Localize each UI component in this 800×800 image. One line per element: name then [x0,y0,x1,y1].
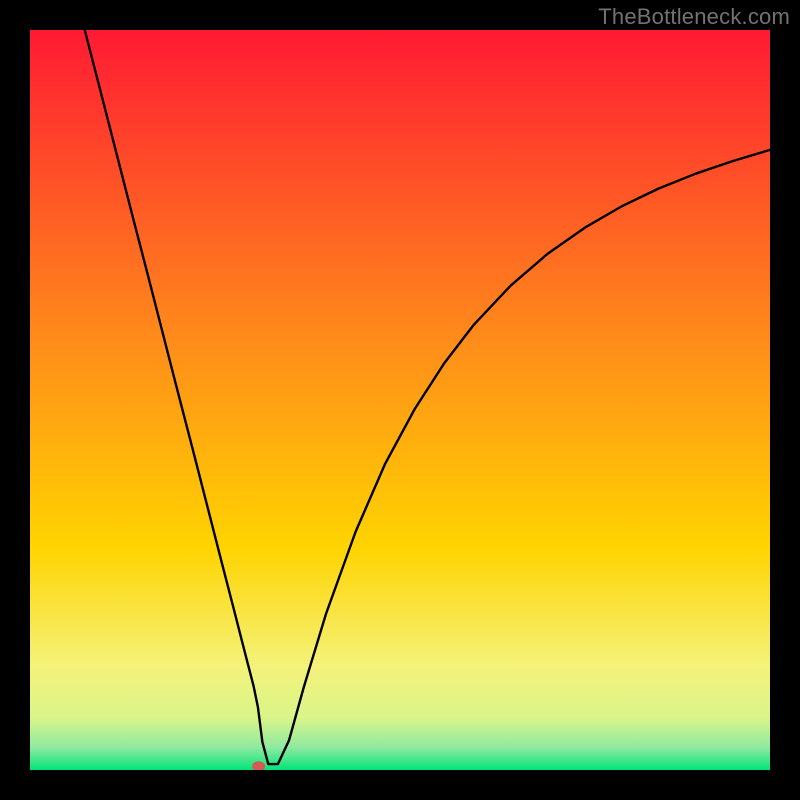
chart-svg [30,30,770,770]
plot-area [30,30,770,770]
chart-frame: TheBottleneck.com [0,0,800,800]
watermark-text: TheBottleneck.com [598,4,790,30]
gradient-background [30,30,770,770]
